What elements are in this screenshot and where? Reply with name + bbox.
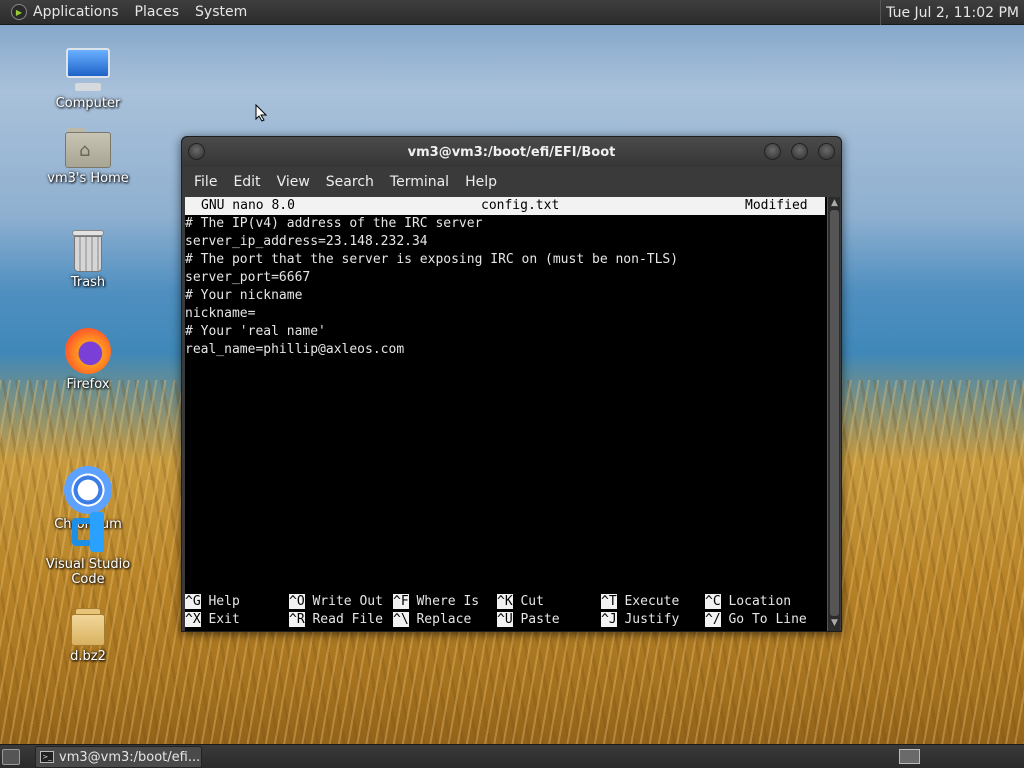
scroll-down-arrow-icon[interactable]: ▼ — [829, 618, 840, 629]
shortcut-cut[interactable]: ^K Cut — [497, 593, 544, 611]
shortcut-write-out[interactable]: ^O Write Out — [289, 593, 383, 611]
system-menu-label: System — [195, 4, 248, 20]
clock[interactable]: Tue Jul 2, 11:02 PM — [880, 0, 1024, 25]
terminal-window: vm3@vm3:/boot/efi/EFI/Boot File Edit Vie… — [181, 136, 842, 632]
system-menu[interactable]: System — [187, 4, 255, 20]
trash-icon — [70, 230, 106, 272]
menu-help[interactable]: Help — [457, 174, 505, 190]
desktop-icon-label: Trash — [70, 275, 106, 290]
desktop-icon-label: d.bz2 — [70, 649, 106, 664]
archive-icon — [71, 608, 105, 646]
terminal-screen[interactable]: GNU nano 8.0 config.txt Modified # The I… — [185, 197, 827, 631]
nano-modified-status: Modified — [745, 198, 808, 213]
editor-line[interactable]: # The port that the server is exposing I… — [185, 251, 827, 269]
bottom-panel: >_ vm3@vm3:/boot/efi... — [0, 744, 1024, 768]
desktop-icon-computer[interactable]: Computer — [33, 47, 143, 111]
nano-filename: config.txt — [481, 198, 560, 213]
shortcut-read-file[interactable]: ^R Read File — [289, 611, 383, 629]
desktop-icon-label: vm3's Home — [47, 171, 129, 186]
menu-search[interactable]: Search — [318, 174, 382, 190]
terminal-menubar: File Edit View Search Terminal Help — [182, 167, 841, 196]
menu-terminal[interactable]: Terminal — [382, 174, 457, 190]
firefox-icon — [65, 328, 111, 374]
editor-line[interactable]: # Your 'real name' — [185, 323, 827, 341]
editor-line[interactable]: # The IP(v4) address of the IRC server — [185, 215, 827, 233]
chromium-icon — [64, 466, 112, 514]
editor-line[interactable]: server_ip_address=23.148.232.34 — [185, 233, 827, 251]
menu-view[interactable]: View — [269, 174, 318, 190]
desktop-icon-label: Computer — [55, 96, 121, 111]
editor-line[interactable]: server_port=6667 — [185, 269, 827, 287]
shortcut-execute[interactable]: ^T Execute — [601, 593, 679, 611]
applications-logo-icon: ▶ — [11, 4, 27, 20]
minimize-button[interactable] — [764, 143, 781, 160]
applications-menu-label: Applications — [33, 4, 119, 20]
menu-edit[interactable]: Edit — [225, 174, 268, 190]
places-menu[interactable]: Places — [127, 4, 188, 20]
shortcut-location[interactable]: ^C Location — [705, 593, 791, 611]
top-panel: ▶ Applications Places System Tue Jul 2, … — [0, 0, 1024, 25]
window-titlebar[interactable]: vm3@vm3:/boot/efi/EFI/Boot — [182, 137, 841, 167]
show-desktop-icon[interactable] — [2, 749, 20, 765]
taskbar-terminal-label: vm3@vm3:/boot/efi... — [59, 749, 201, 765]
editor-line[interactable]: real_name=phillip@axleos.com — [185, 341, 827, 359]
window-title: vm3@vm3:/boot/efi/EFI/Boot — [407, 144, 616, 160]
desktop-icon-label: Firefox — [66, 377, 110, 392]
places-menu-label: Places — [134, 4, 180, 20]
shortcut-exit[interactable]: ^X Exit — [185, 611, 240, 629]
maximize-button[interactable] — [791, 143, 808, 160]
editor-line[interactable]: # Your nickname — [185, 287, 827, 305]
workspace-switcher[interactable] — [899, 749, 920, 764]
nano-title-bar: GNU nano 8.0 config.txt Modified — [185, 197, 825, 215]
applications-menu[interactable]: ▶ Applications — [0, 4, 127, 20]
nano-shortcuts-row-2: ^X Exit ^R Read File ^\ Replace ^U Paste… — [185, 611, 825, 629]
close-button[interactable] — [818, 143, 835, 160]
shortcut-help[interactable]: ^G Help — [185, 593, 240, 611]
desktop-icon-firefox[interactable]: Firefox — [33, 328, 143, 392]
desktop-icon-archive[interactable]: d.bz2 — [33, 608, 143, 664]
home-folder-icon: ⌂ — [65, 128, 111, 168]
nano-shortcuts-row-1: ^G Help ^O Write Out ^F Where Is ^K Cut … — [185, 593, 825, 611]
taskbar-terminal-button[interactable]: >_ vm3@vm3:/boot/efi... — [35, 746, 202, 768]
shortcut-replace[interactable]: ^\ Replace — [393, 611, 471, 629]
shortcut-justify[interactable]: ^J Justify — [601, 611, 679, 629]
terminal-icon: >_ — [40, 751, 54, 763]
desktop-icon-trash[interactable]: Trash — [33, 230, 143, 290]
desktop-icon-home[interactable]: ⌂ vm3's Home — [33, 128, 143, 186]
shortcut-where-is[interactable]: ^F Where Is — [393, 593, 479, 611]
scrollbar-thumb[interactable] — [830, 210, 839, 616]
desktop-icon-label: Visual Studio Code — [45, 557, 131, 587]
mouse-cursor-icon — [255, 104, 267, 122]
scroll-up-arrow-icon[interactable]: ▲ — [829, 198, 840, 209]
terminal-scrollbar[interactable]: ▲ ▼ — [827, 197, 840, 631]
vscode-icon — [68, 512, 108, 552]
desktop-icon-vscode[interactable]: Visual Studio Code — [33, 512, 143, 587]
window-menu-button[interactable] — [188, 143, 205, 160]
shortcut-paste[interactable]: ^U Paste — [497, 611, 560, 629]
menu-file[interactable]: File — [186, 174, 225, 190]
editor-line[interactable]: nickname= — [185, 305, 827, 323]
shortcut-go-to-line[interactable]: ^/ Go To Line — [705, 611, 807, 629]
nano-version: GNU nano 8.0 — [201, 198, 295, 213]
computer-icon — [65, 47, 111, 93]
